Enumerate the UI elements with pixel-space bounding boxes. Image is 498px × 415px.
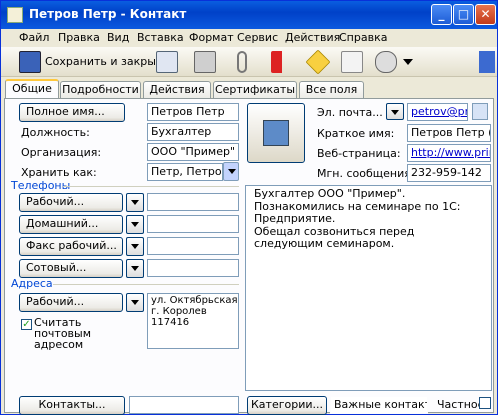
menu-insert[interactable]: Вставка xyxy=(137,31,184,44)
contact-card-icon xyxy=(7,7,23,23)
email-label[interactable]: Эл. почта... xyxy=(317,106,383,119)
address-type-dropdown[interactable] xyxy=(126,293,144,312)
email-dropdown[interactable] xyxy=(386,103,404,120)
phones-divider xyxy=(63,186,239,187)
phone-mobile-button[interactable]: Сотовый... xyxy=(19,259,123,278)
phone-work-dropdown[interactable] xyxy=(126,193,144,212)
window-title: Петров Петр - Контакт xyxy=(29,7,187,21)
tab-strip: Общие Подробности Действия Сертификаты В… xyxy=(1,79,497,99)
paperclip-icon[interactable] xyxy=(237,51,247,73)
phones-group-title: Телефоны xyxy=(11,179,71,192)
web-page-field[interactable]: http://www.primie xyxy=(407,144,491,162)
position-label: Должность: xyxy=(21,126,90,139)
menu-file[interactable]: Файл xyxy=(19,31,49,44)
tab-general[interactable]: Общие xyxy=(5,79,59,99)
phone-home-button[interactable]: Домашний... xyxy=(19,215,123,234)
contact-window: Петров Петр - Контакт _ □ ✕ Файл Правка … xyxy=(0,0,498,415)
maximize-button[interactable]: □ xyxy=(453,4,474,25)
tab-details[interactable]: Подробности xyxy=(60,81,141,98)
phone-fax-button[interactable]: Факс рабочий... xyxy=(19,237,123,256)
menu-view[interactable]: Вид xyxy=(107,31,129,44)
minimize-button[interactable]: _ xyxy=(431,4,452,25)
address-type-button[interactable]: Рабочий... xyxy=(19,293,123,312)
full-name-button[interactable]: Полное имя... xyxy=(19,103,125,122)
menu-edit[interactable]: Правка xyxy=(58,31,100,44)
save-as-icon[interactable] xyxy=(156,51,178,73)
addresses-group-title: Адреса xyxy=(11,277,53,290)
notes-area[interactable]: Бухгалтер ООО "Пример". Познакомились на… xyxy=(245,185,492,391)
chevron-down-icon[interactable] xyxy=(403,59,413,65)
title-bar: Петров Петр - Контакт _ □ ✕ xyxy=(1,1,497,29)
phone-home-dropdown[interactable] xyxy=(126,215,144,234)
file-as-field[interactable]: Петр, Петров xyxy=(147,163,223,181)
menu-actions[interactable]: Действия xyxy=(285,31,340,44)
phone-fax-dropdown[interactable] xyxy=(126,237,144,256)
organization-label: Организация: xyxy=(21,146,102,159)
tab-certificates[interactable]: Сертификаты xyxy=(213,81,297,98)
im-field[interactable]: 232-959-142 xyxy=(407,164,491,182)
categories-field[interactable]: Важные контакты xyxy=(330,396,428,414)
categories-button[interactable]: Категории... xyxy=(247,396,327,415)
toolbar-overflow-icon[interactable] xyxy=(479,51,495,73)
print-icon[interactable] xyxy=(194,51,216,73)
phone-mobile-field[interactable] xyxy=(147,259,239,277)
flag-icon[interactable] xyxy=(271,51,289,73)
save-close-button[interactable]: Сохранить и закрыть xyxy=(45,55,169,68)
web-page-label: Веб-страница: xyxy=(317,147,401,160)
menu-bar: Файл Правка Вид Вставка Формат Сервис Де… xyxy=(1,29,497,47)
contacts-field[interactable] xyxy=(129,396,239,414)
mailing-address-checkbox[interactable]: ✓ xyxy=(21,319,32,330)
addresses-divider xyxy=(53,284,239,285)
menu-format[interactable]: Формат xyxy=(189,31,234,44)
position-field[interactable]: Бухгалтер xyxy=(147,123,239,141)
phone-fax-field[interactable] xyxy=(147,237,239,255)
phone-mobile-dropdown[interactable] xyxy=(126,259,144,278)
address-card-icon[interactable] xyxy=(341,51,363,73)
display-name-field[interactable]: Петров Петр (pet xyxy=(407,124,491,142)
follow-up-icon[interactable] xyxy=(305,49,331,75)
contacts-button[interactable]: Контакты... xyxy=(19,396,125,415)
phone-work-field[interactable] xyxy=(147,193,239,211)
menu-help[interactable]: Справка xyxy=(339,31,387,44)
im-label: Мгн. сообщения: xyxy=(317,167,415,180)
display-name-label: Краткое имя: xyxy=(317,127,395,140)
file-as-label: Хранить как: xyxy=(21,166,97,179)
email-field[interactable]: petrov@prim xyxy=(407,103,468,121)
close-button[interactable]: ✕ xyxy=(475,4,496,25)
full-name-field[interactable]: Петров Петр xyxy=(147,103,239,121)
toolbar: Сохранить и закрыть xyxy=(1,47,497,77)
contact-photo-icon xyxy=(263,120,289,146)
contact-photo-button[interactable] xyxy=(247,103,305,163)
file-as-dropdown[interactable] xyxy=(223,162,239,181)
phone-work-button[interactable]: Рабочий... xyxy=(19,193,123,212)
address-field[interactable]: ул. Октябрьская, д г. Королев 117416 xyxy=(147,293,239,349)
private-label: Частное xyxy=(437,398,485,411)
phone-icon[interactable] xyxy=(375,51,397,73)
organization-field[interactable]: ООО "Пример" xyxy=(147,143,239,161)
mailing-address-label: Считать почтовым адресом xyxy=(34,316,92,351)
private-checkbox[interactable] xyxy=(479,397,491,409)
phone-home-field[interactable] xyxy=(147,215,239,233)
save-icon xyxy=(19,51,41,73)
general-panel: Полное имя... Петров Петр Должность: Бух… xyxy=(4,98,494,415)
notes-text: Бухгалтер ООО "Пример". Познакомились на… xyxy=(254,187,461,250)
address-book-icon[interactable] xyxy=(472,103,488,120)
tab-activities[interactable]: Действия xyxy=(143,81,211,98)
tab-all-fields[interactable]: Все поля xyxy=(299,81,364,98)
menu-tools[interactable]: Сервис xyxy=(237,31,278,44)
